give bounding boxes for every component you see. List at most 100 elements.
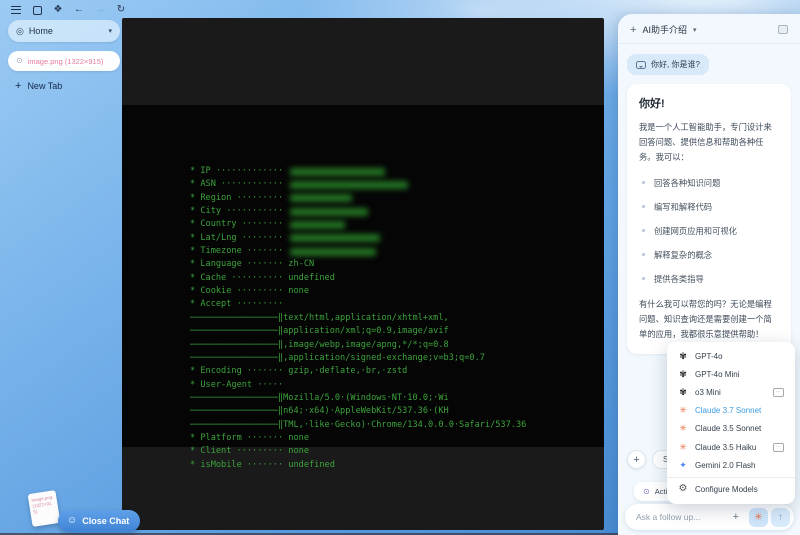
model-option[interactable]: ✾ GPT-4o	[667, 347, 795, 365]
terminal-line: * Region ·········	[190, 192, 526, 205]
terminal-line: ─────────────────‖,image/webp,image/apng…	[190, 339, 449, 350]
model-label: GPT-4o	[695, 351, 723, 361]
model-label: Gemini 2.0 Flash	[695, 460, 756, 470]
model-icon: ✳	[679, 423, 687, 434]
close-chat-button[interactable]: ☺ Close Chat	[58, 510, 141, 532]
smiley-icon: ☺	[67, 515, 78, 526]
ai-outro-text: 有什么我可以帮您的吗？无论是编程问题、知识查询还是需要创建一个简单的应用，我都很…	[639, 298, 772, 339]
reasoning-badge-icon: ⋯	[773, 388, 784, 398]
model-icon: ✳	[679, 441, 687, 452]
chevron-down-icon: ▾	[108, 28, 112, 35]
menu-icon[interactable]	[10, 4, 22, 16]
image-tab-label: image.png (1322×915)	[27, 56, 104, 66]
model-icon: ✳	[679, 405, 687, 416]
screenshot-icon: ⊙	[16, 56, 23, 65]
model-label: Configure Models	[695, 484, 758, 494]
redacted-value	[290, 181, 409, 190]
send-button[interactable]: ↑	[771, 507, 790, 527]
extension-icon[interactable]: ❖	[52, 4, 64, 16]
model-option[interactable]: ✾ o3 Mini ⋯	[667, 383, 795, 401]
redacted-value	[290, 194, 353, 203]
new-chat-icon[interactable]: +	[630, 24, 636, 36]
terminal-line: * Language ······· zh-CN	[190, 259, 315, 270]
browser-toolbar: ❖ ← → ↻	[10, 4, 127, 16]
model-option[interactable]: ✳ Claude 3.7 Sonnet	[667, 402, 795, 420]
ai-capability-list: 回答各种知识问题 编写和解释代码 创建网页应用和可视化 解释复杂的概念 提供各类指导	[641, 177, 779, 285]
chat-input-bar[interactable]: Ask a follow up... + ✳ ↑	[625, 504, 794, 530]
terminal-line: * Cache ·········· undefined	[190, 272, 335, 283]
chat-input[interactable]: Ask a follow up...	[636, 512, 733, 522]
model-label: Claude 3.7 Sonnet	[695, 406, 762, 416]
terminal-line: * IP ·············	[190, 165, 526, 178]
terminal-line: * Lat/Lng ········	[190, 232, 526, 245]
chat-header: + AI助手介绍 ▾	[618, 14, 800, 44]
model-label: Claude 3.5 Sonnet	[695, 424, 762, 434]
globe-icon: ⊙	[643, 486, 650, 496]
model-option[interactable]: ✦ Gemini 2.0 Flash	[667, 456, 795, 474]
model-option[interactable]: ✳ Claude 3.5 Sonnet	[667, 420, 795, 438]
drag-ghost-text: image.png (1322×915)	[31, 494, 53, 515]
terminal-line: * User-Agent ·····	[190, 379, 289, 390]
chat-bubble-icon	[636, 60, 646, 69]
user-message-text: 你好, 你是谁?	[651, 60, 700, 69]
reasoning-badge-icon: ⋯	[773, 442, 784, 452]
model-label: GPT-4o Mini	[695, 369, 740, 379]
drag-ghost-card: image.png (1322×915)	[27, 490, 61, 527]
new-tab-button[interactable]: + New Tab	[15, 80, 120, 92]
terminal-line: * isMobile ······· undefined	[190, 459, 335, 470]
model-option[interactable]: ⚙ Configure Models	[667, 477, 795, 499]
model-icon: ✾	[679, 350, 687, 361]
model-icon: ✾	[679, 368, 687, 379]
terminal-line: * City ···········	[190, 205, 526, 218]
ai-intro-text: 我是一个人工智能助手，专门设计来回答问题、提供信息和帮助各种任务。我可以：	[639, 122, 772, 162]
model-option[interactable]: ✳ Claude 3.5 Haiku ⋯	[667, 438, 795, 456]
home-label: Home	[28, 26, 53, 36]
redacted-value	[290, 247, 377, 256]
list-item: 提供各类指导	[641, 273, 779, 285]
terminal-line: * Platform ······· none	[190, 432, 309, 443]
redacted-value	[290, 207, 369, 216]
model-option[interactable]: ✾ GPT-4o Mini	[667, 365, 795, 383]
add-context-button[interactable]: +	[627, 450, 646, 469]
sidebar-item-image-tab[interactable]: ⊙ image.png (1322×915)	[8, 51, 120, 71]
terminal-line: ─────────────────‖n64;·x64)·AppleWebKit/…	[190, 406, 449, 417]
terminal-line: ─────────────────‖application/xml;q=0.9,…	[190, 326, 449, 337]
image-viewer: * IP ············· * ASN ············ * …	[122, 18, 604, 530]
user-message-bubble: 你好, 你是谁?	[627, 54, 709, 75]
model-selector-dropdown: ✾ GPT-4o ✾ GPT-4o Mini ✾ o3 Mini ⋯ ✳ Cla…	[667, 342, 795, 504]
model-icon: ✾	[679, 387, 687, 398]
plus-icon: +	[15, 80, 22, 92]
sidebar-item-home[interactable]: ◎ Home ▾	[8, 20, 120, 42]
model-label: o3 Mini	[695, 388, 721, 398]
redacted-value	[290, 167, 386, 176]
model-icon: ⚙	[678, 483, 688, 495]
terminal-line: * Encoding ······· gzip,·deflate,·br,·zs…	[190, 366, 408, 377]
list-item: 回答各种知识问题	[641, 177, 779, 189]
chevron-down-icon[interactable]: ▾	[693, 26, 697, 34]
forward-icon[interactable]: →	[94, 4, 106, 16]
list-item: 编写和解释代码	[641, 201, 779, 213]
chat-title[interactable]: AI助手介绍	[642, 23, 687, 36]
ai-message-card: 你好! 我是一个人工智能助手，专门设计来回答问题、提供信息和帮助各种任务。我可以…	[627, 84, 791, 354]
terminal-line: * Country ········	[190, 218, 526, 231]
expand-window-icon[interactable]	[778, 25, 788, 34]
terminal-line: ─────────────────‖,application/signed-ex…	[190, 352, 485, 363]
refresh-icon[interactable]: ↻	[115, 4, 127, 16]
message-list: 你好, 你是谁? 你好! 我是一个人工智能助手，专门设计来回答问题、提供信息和帮…	[618, 44, 800, 354]
terminal-output: * IP ············· * ASN ············ * …	[190, 125, 526, 472]
ai-greeting: 你好!	[639, 98, 665, 110]
terminal-line: * Cookie ········· none	[190, 286, 309, 297]
screenshot-image: * IP ············· * ASN ············ * …	[122, 105, 604, 470]
tab-sidebar: ◎ Home ▾ ⊙ image.png (1322×915) + New Ta…	[0, 20, 120, 92]
terminal-line: ─────────────────‖Mozilla/5.0·(Windows·N…	[190, 392, 449, 403]
redacted-value	[290, 234, 381, 243]
window-icon[interactable]	[31, 4, 43, 16]
back-icon[interactable]: ←	[73, 4, 85, 16]
model-icon: ✦	[679, 459, 687, 470]
terminal-line: * Accept ·········	[190, 299, 289, 310]
attach-icon[interactable]: +	[733, 511, 739, 523]
model-label: Claude 3.5 Haiku	[695, 442, 757, 452]
list-item: 创建网页应用和可视化	[641, 225, 779, 237]
model-picker-button[interactable]: ✳	[749, 507, 768, 527]
terminal-line: * Timezone ·······	[190, 245, 526, 258]
